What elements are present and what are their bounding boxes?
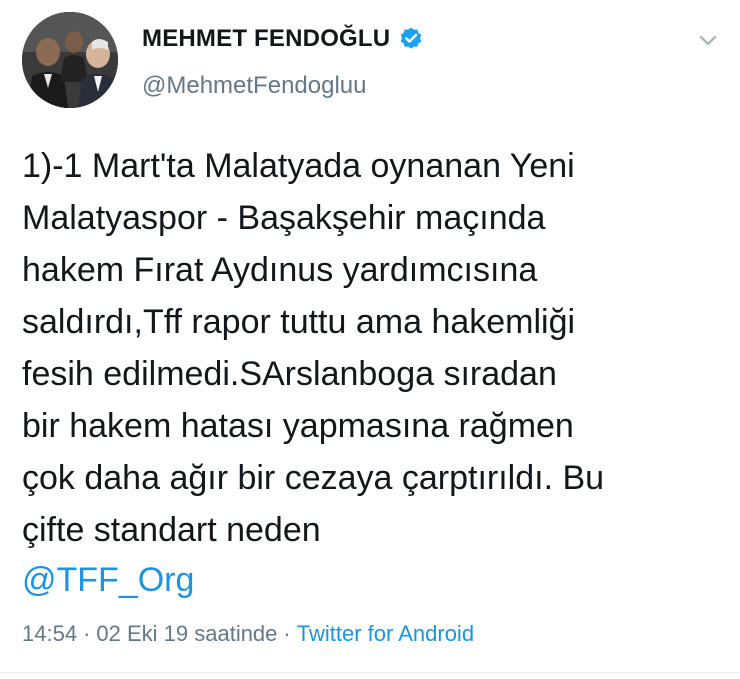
tweet-time[interactable]: 14:54 [22,618,77,650]
tweet-text: 1)-1 Mart'ta Malatyada oynanan Yeni Mala… [22,147,605,549]
avatar-photo [22,12,118,108]
avatar[interactable] [22,12,118,108]
author-name-row: MEHMET FENDOĞLU [142,22,424,56]
tweet-source-link[interactable]: Twitter for Android [297,618,474,650]
display-name[interactable]: MEHMET FENDOĞLU [142,25,390,53]
user-handle[interactable]: @MehmetFendogluu [142,72,366,100]
tweet-date[interactable]: 02 Eki 19 saatinde [96,618,277,650]
chevron-down-icon[interactable] [694,26,722,54]
verified-badge-icon [398,26,424,52]
tweet-metadata: 14:54 · 02 Eki 19 saatinde · Twitter for… [22,618,474,650]
tweet-card[interactable]: MEHMET FENDOĞLU @MehmetFendogluu 1)-1 Ma… [0,0,740,679]
divider [0,672,740,673]
meta-separator: · [283,621,291,646]
mention-link[interactable]: @TFF_Org [22,554,194,606]
meta-separator: · [83,621,91,646]
